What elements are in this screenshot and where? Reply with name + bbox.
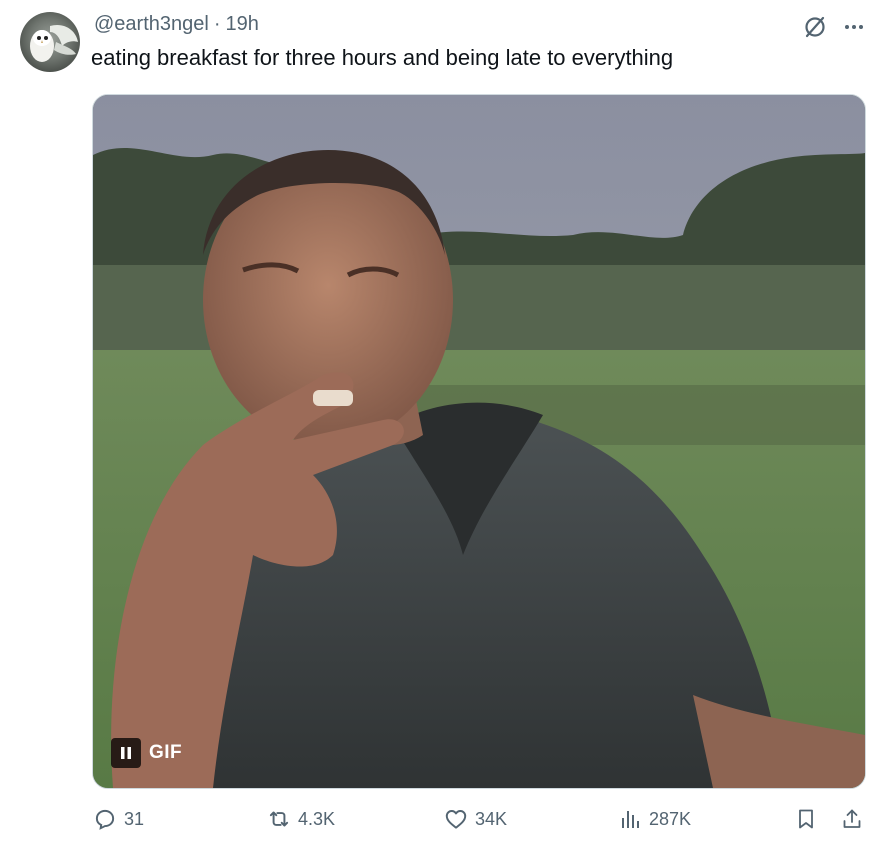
pause-button[interactable] bbox=[111, 738, 141, 768]
tweet-meta: @earth3ngel · 19h bbox=[94, 13, 259, 36]
tweet-text: eating breakfast for three hours and bei… bbox=[91, 45, 674, 70]
avatar[interactable] bbox=[20, 12, 80, 72]
tweet-action-bar: 31 4.3K 34K 287K bbox=[0, 806, 886, 846]
gif-badge: GIF bbox=[111, 738, 182, 768]
gif-media[interactable]: GIF bbox=[92, 94, 866, 789]
views-icon bbox=[622, 811, 639, 828]
tweet[interactable]: @earth3ngel · 19h eating breakfast for thr… bbox=[0, 0, 886, 856]
share-icon bbox=[843, 809, 861, 828]
share-button[interactable] bbox=[840, 806, 864, 832]
like-count: 34K bbox=[475, 808, 508, 829]
reply-count: 31 bbox=[124, 808, 145, 829]
gif-frame bbox=[93, 95, 865, 788]
reply-button[interactable]: 31 bbox=[92, 806, 144, 832]
views-button[interactable]: 287K bbox=[619, 806, 691, 832]
tweet-timestamp[interactable]: 19h bbox=[226, 13, 259, 35]
bookmark-button[interactable] bbox=[794, 806, 818, 832]
author-handle[interactable]: @earth3ngel bbox=[94, 13, 209, 35]
more-dots-icon[interactable] bbox=[842, 15, 866, 39]
gif-label: GIF bbox=[149, 742, 183, 763]
bookmark-icon bbox=[799, 809, 813, 829]
meta-separator: · bbox=[213, 13, 221, 35]
like-button[interactable]: 34K bbox=[443, 806, 507, 832]
tweet-top-actions bbox=[802, 14, 866, 40]
reply-icon bbox=[95, 809, 115, 830]
like-icon bbox=[445, 810, 467, 829]
grok-slash-icon[interactable] bbox=[802, 14, 828, 40]
repost-icon bbox=[269, 811, 289, 827]
views-count: 287K bbox=[649, 808, 692, 829]
repost-button[interactable]: 4.3K bbox=[266, 806, 335, 832]
pause-icon bbox=[121, 747, 131, 759]
repost-count: 4.3K bbox=[298, 808, 336, 829]
